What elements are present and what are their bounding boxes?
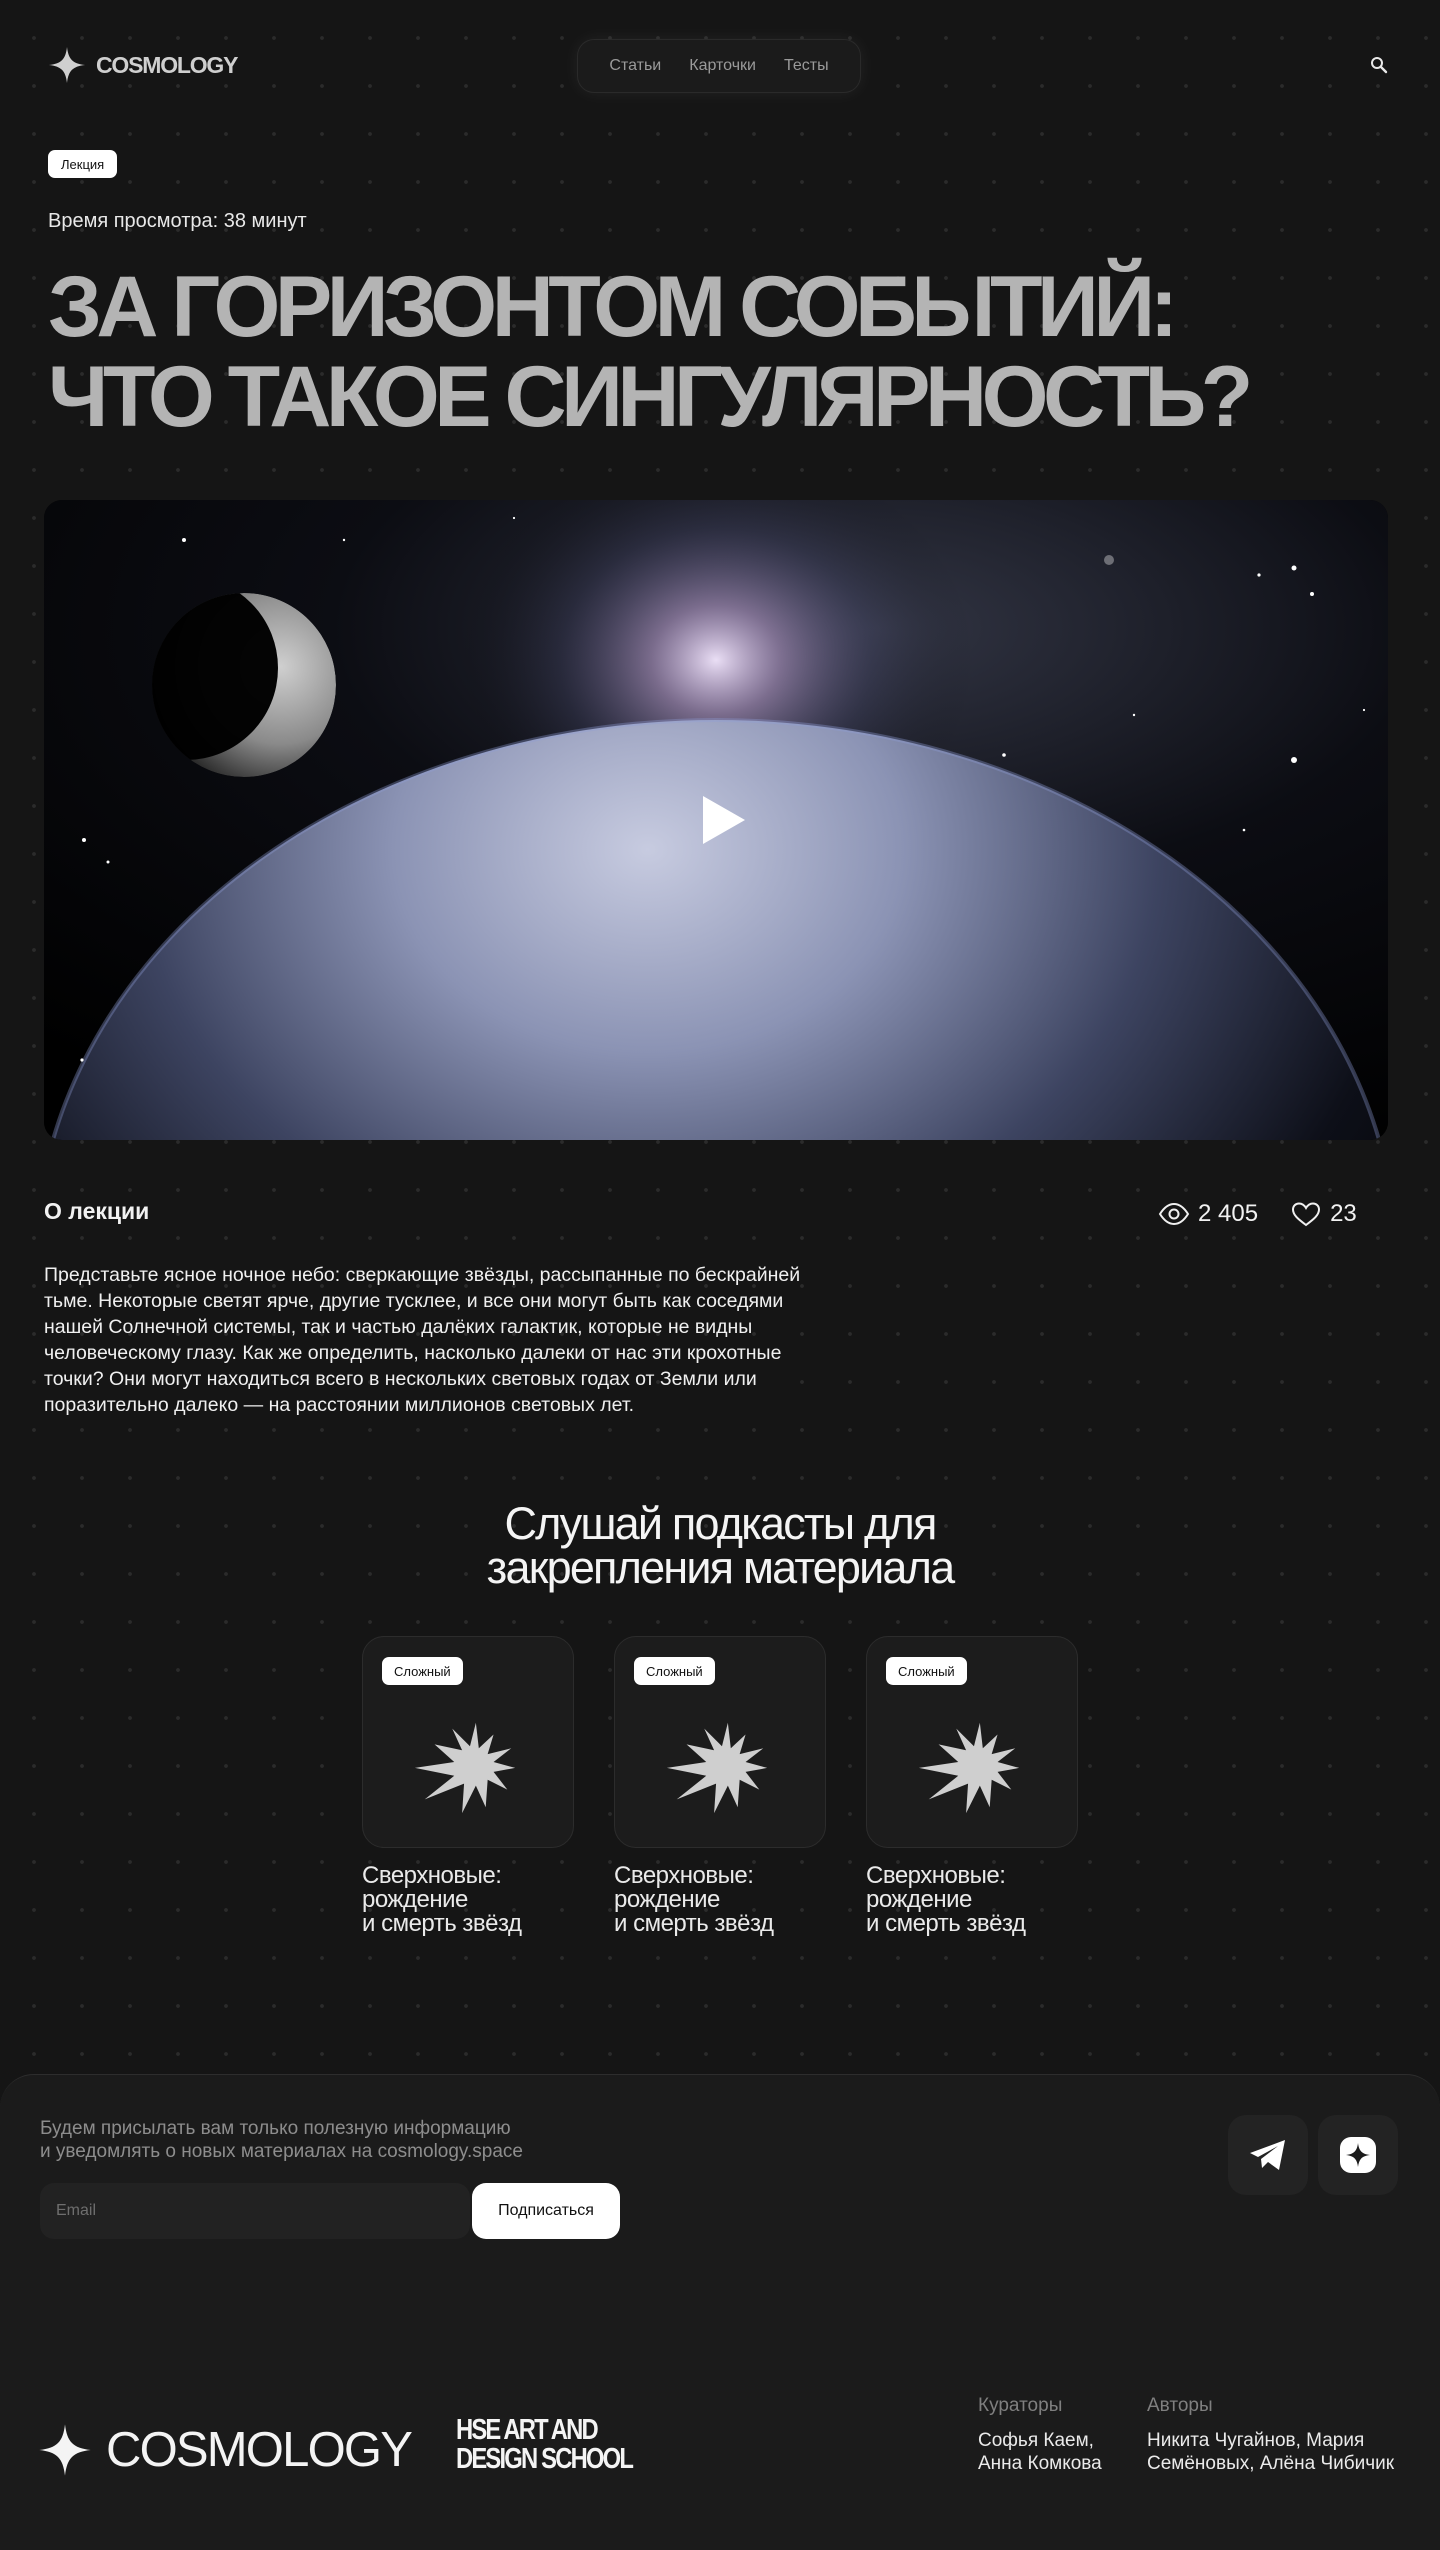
- views-counter: 2 405: [1158, 1200, 1258, 1228]
- play-icon: [703, 796, 745, 844]
- lecture-video[interactable]: [44, 500, 1388, 1140]
- telegram-button[interactable]: [1228, 2115, 1308, 2195]
- difficulty-tag: Сложный: [634, 1657, 715, 1685]
- podcast-card-title[interactable]: Сверхновые: рождение и смерть звёзд: [614, 1864, 826, 1936]
- sparkle-button[interactable]: [1318, 2115, 1398, 2195]
- like-button[interactable]: 23: [1290, 1200, 1357, 1228]
- authors-label: Авторы: [1147, 2395, 1213, 2416]
- curators-names: Софья Каем, Анна Комкова: [978, 2430, 1102, 2474]
- podcast-card[interactable]: Сложный Сверхновые: рождение и смерть зв…: [866, 1636, 1078, 1936]
- supernova-icon: [918, 1722, 1020, 1814]
- logo-text: COSMOLOGY: [96, 51, 238, 78]
- search-icon: [1371, 57, 1388, 74]
- school-logo[interactable]: HSE ART AND DESIGN SCHOOL: [456, 2416, 634, 2474]
- difficulty-tag: Сложный: [886, 1657, 967, 1685]
- difficulty-tag: Сложный: [382, 1657, 463, 1685]
- nav-cards[interactable]: Карточки: [689, 57, 756, 75]
- podcast-card[interactable]: Сложный Сверхновые: рождение и смерть зв…: [362, 1636, 574, 1936]
- sparkle-icon: [1340, 2137, 1376, 2173]
- about-title: О лекции: [44, 1198, 150, 1224]
- podcast-card-title[interactable]: Сверхновые: рождение и смерть звёзд: [866, 1864, 1078, 1936]
- footer-logo[interactable]: COSMOLOGY: [38, 2421, 413, 2479]
- podcast-card-cover[interactable]: Сложный: [614, 1636, 826, 1848]
- site-footer: Будем присылать вам только полезную инфо…: [0, 2074, 1440, 2550]
- likes-count: 23: [1330, 1200, 1357, 1227]
- page-title: ЗА ГОРИЗОНТОМ СОБЫТИЙ: ЧТО ТАКОЕ СИНГУЛЯ…: [48, 262, 1368, 442]
- title-line-2: ЧТО ТАКОЕ СИНГУЛЯРНОСТЬ?: [48, 349, 1253, 445]
- supernova-icon: [414, 1722, 516, 1814]
- email-input[interactable]: [40, 2183, 470, 2239]
- podcast-card-cover[interactable]: Сложный: [362, 1636, 574, 1848]
- four-point-star-icon: [48, 46, 86, 84]
- authors-block: Авторы Никита Чугайнов, Мария Семёновых,…: [1147, 2395, 1394, 2475]
- watch-time: Время просмотра: 38 минут: [48, 210, 307, 232]
- lecture-stats: 2 405 23: [1158, 1200, 1357, 1228]
- authors-names: Никита Чугайнов, Мария Семёновых, Алёна …: [1147, 2430, 1395, 2474]
- heart-icon: [1292, 1202, 1321, 1227]
- podcast-card[interactable]: Сложный Сверхновые: рождение и смерть зв…: [614, 1636, 826, 1936]
- about-text: Представьте ясное ночное небо: сверкающи…: [44, 1264, 801, 1416]
- subscribe-button[interactable]: Подписаться: [472, 2183, 620, 2239]
- podcasts-title-line-2: закрепления материала: [486, 1542, 956, 1593]
- logo[interactable]: COSMOLOGY: [48, 46, 238, 84]
- podcasts-title: Слушай подкасты для закрепления материал…: [0, 1501, 1440, 1593]
- search-button[interactable]: [1366, 52, 1392, 78]
- eye-icon: [1158, 1202, 1190, 1226]
- newsletter-note: Будем присылать вам только полезную инфо…: [40, 2118, 523, 2162]
- curators-label: Кураторы: [978, 2395, 1063, 2416]
- nav-tests[interactable]: Тесты: [784, 57, 829, 75]
- title-line-1: ЗА ГОРИЗОНТОМ СОБЫТИЙ:: [48, 259, 1178, 355]
- main-nav: Статьи Карточки Тесты: [578, 40, 860, 92]
- supernova-icon: [666, 1722, 768, 1814]
- play-button[interactable]: [694, 788, 754, 852]
- site-header: COSMOLOGY Статьи Карточки Тесты: [0, 0, 1440, 130]
- telegram-icon: [1250, 2140, 1285, 2170]
- curators-block: Кураторы Софья Каем, Анна Комкова: [978, 2395, 1102, 2475]
- four-point-star-icon: [39, 2424, 91, 2476]
- podcast-card-cover[interactable]: Сложный: [866, 1636, 1078, 1848]
- footer-logo-text: COSMOLOGY: [106, 2423, 413, 2477]
- views-count: 2 405: [1198, 1200, 1259, 1227]
- lecture-tag: Лекция: [48, 150, 118, 178]
- podcast-card-title[interactable]: Сверхновые: рождение и смерть звёзд: [362, 1864, 574, 1936]
- nav-articles[interactable]: Статьи: [609, 57, 661, 75]
